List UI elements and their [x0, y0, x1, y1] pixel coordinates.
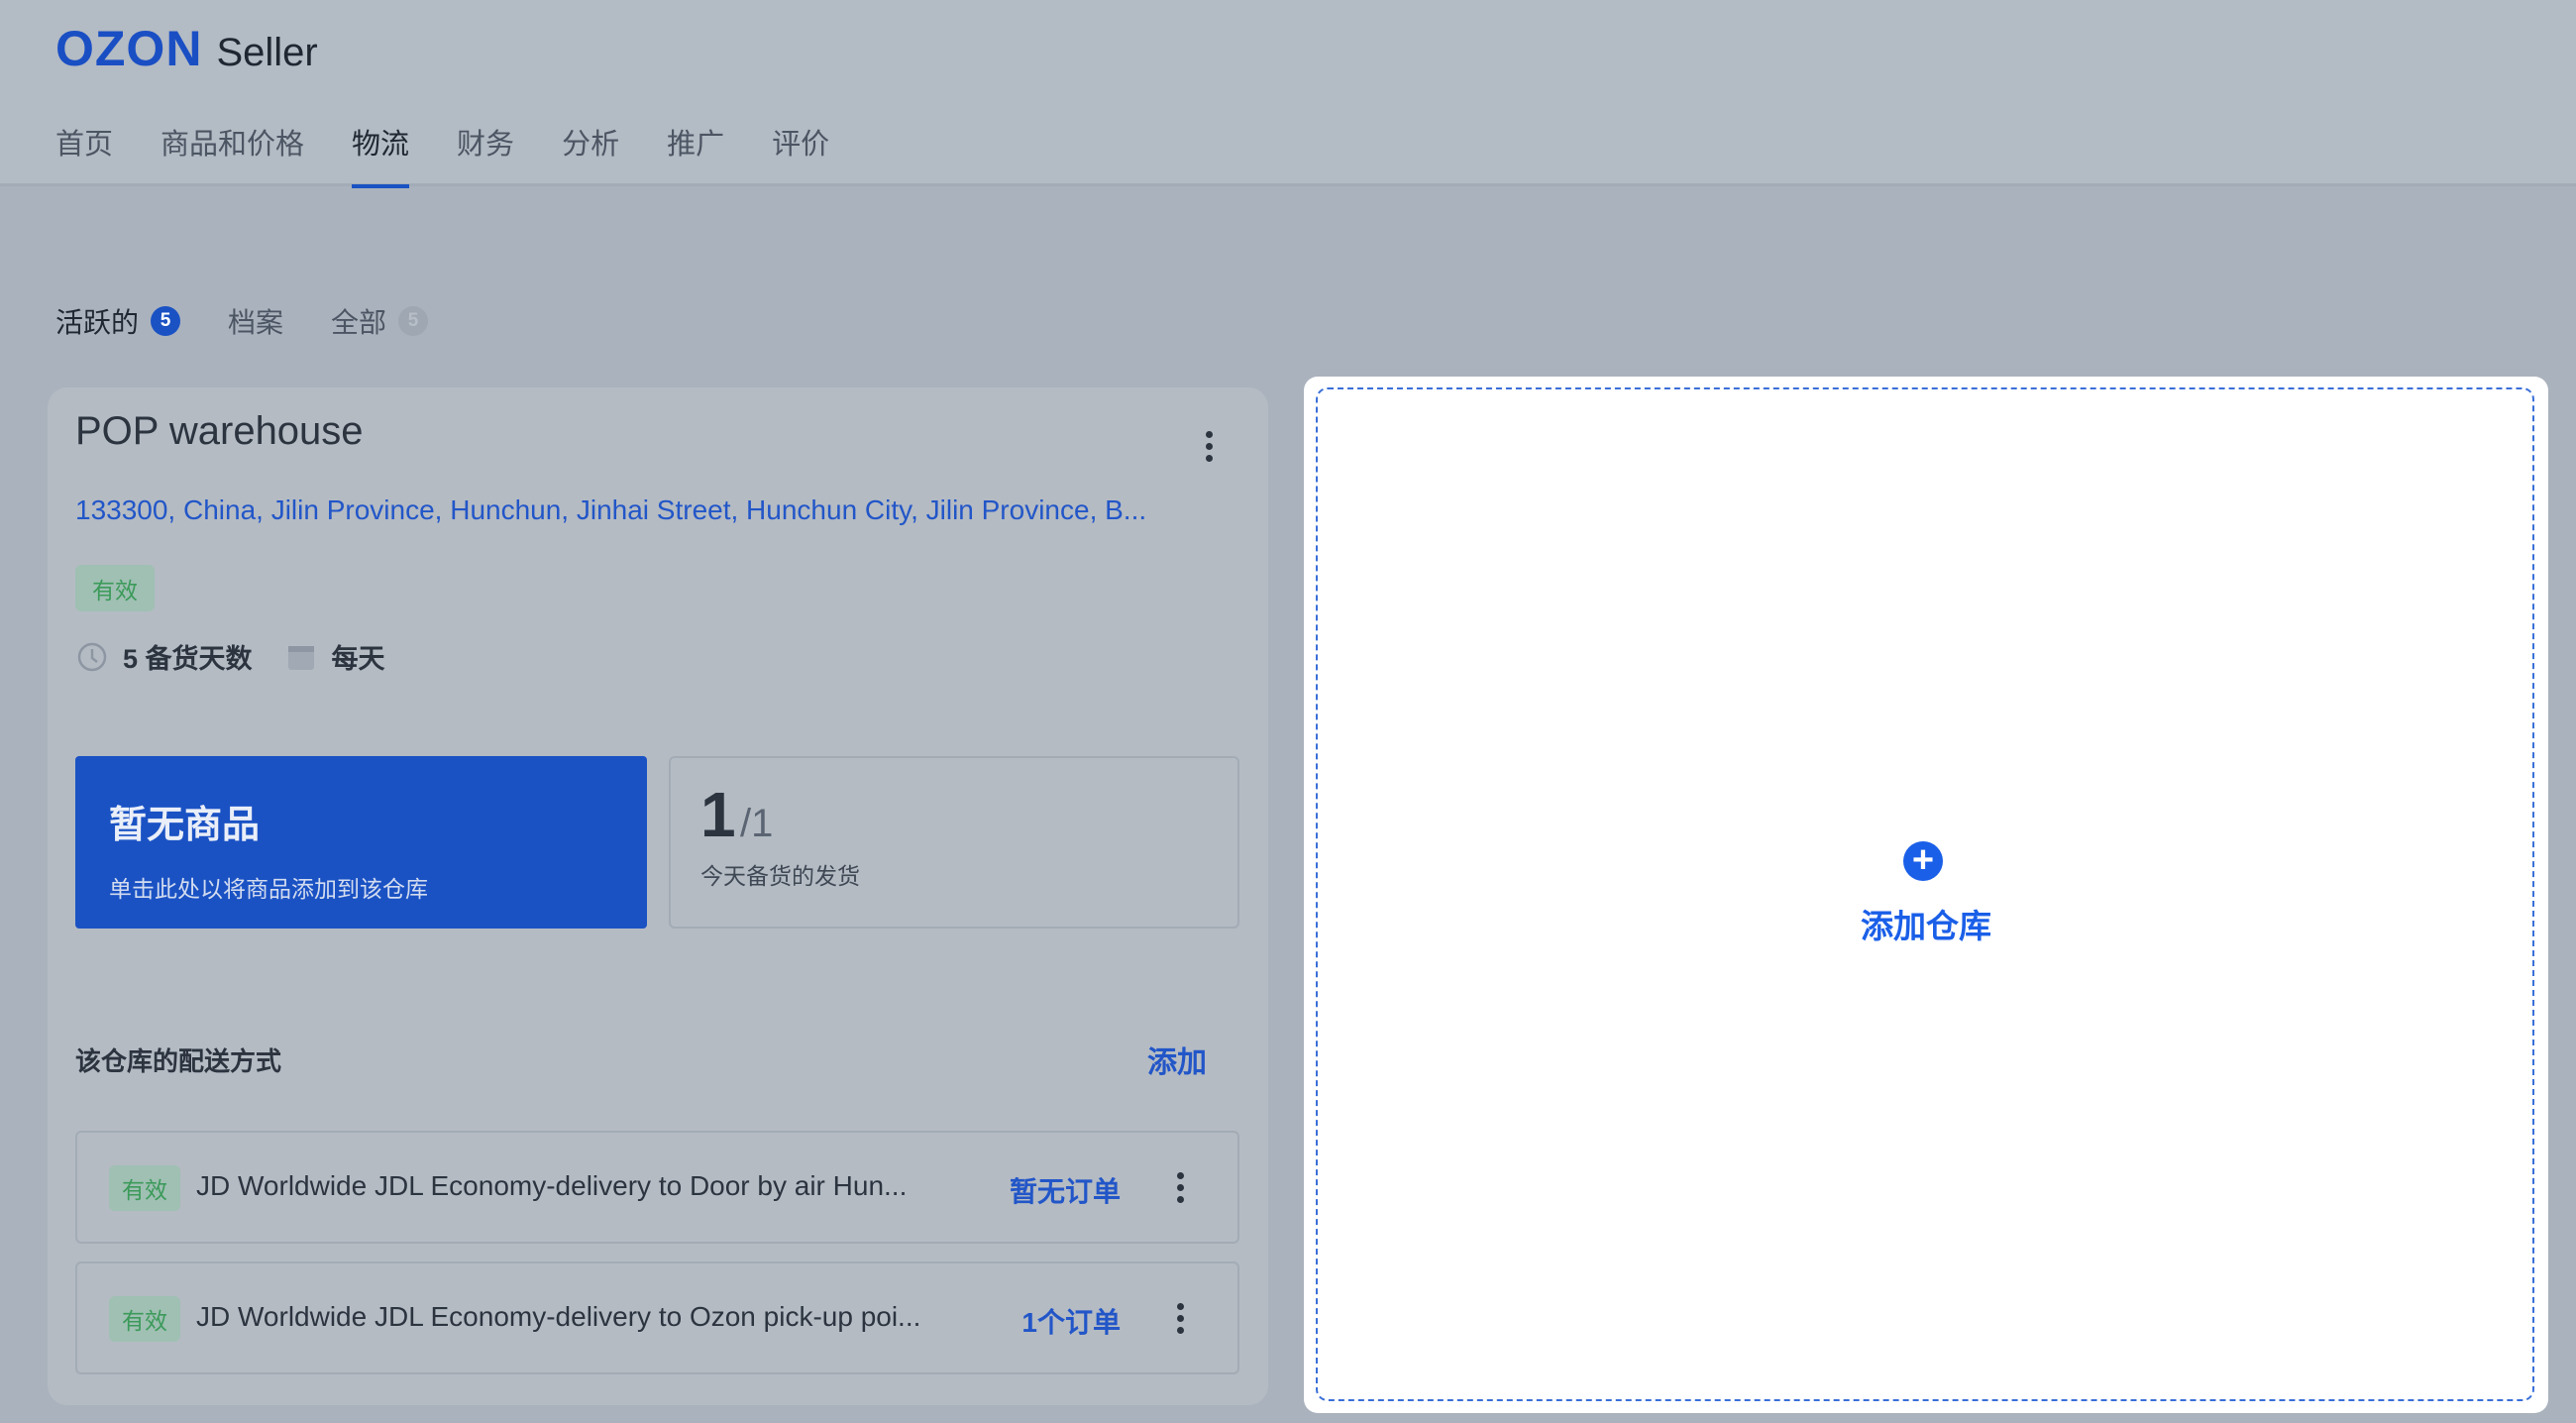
delivery-method-name: JD Worldwide JDL Economy-delivery to Ozo… — [196, 1301, 921, 1332]
nav-finance[interactable]: 财务 — [457, 121, 514, 186]
delivery-method-row[interactable]: 有效 JD Worldwide JDL Economy-delivery to … — [75, 1131, 1239, 1244]
stat-value: 1 — [700, 779, 736, 850]
nav-promotion[interactable]: 推广 — [667, 121, 724, 186]
more-icon[interactable] — [1170, 1172, 1190, 1203]
calendar-icon — [287, 645, 314, 670]
status-badge: 有效 — [109, 1296, 180, 1342]
add-delivery-method-link[interactable]: 添加 — [1147, 1038, 1207, 1081]
status-badge: 有效 — [109, 1165, 180, 1211]
status-badge: 有效 — [75, 565, 155, 611]
logo-text: OZON — [55, 21, 203, 76]
count-badge: 5 — [151, 306, 181, 336]
tab-label: 全部 — [331, 307, 387, 338]
add-products-button[interactable]: 暂无商品 单击此处以将商品添加到该仓库 — [75, 756, 647, 929]
nav-logistics[interactable]: 物流 — [352, 121, 410, 188]
shipments-today-stat: 1 /1 今天备货的发货 — [669, 756, 1239, 929]
more-icon[interactable] — [1199, 431, 1219, 462]
clock-icon — [77, 642, 107, 671]
stat-label: 今天备货的发货 — [700, 863, 860, 889]
add-warehouse-card[interactable]: + 添加仓库 — [1304, 377, 2548, 1413]
warehouse-title: POP warehouse — [75, 409, 364, 453]
warehouse-card: POP warehouse 133300, China, Jilin Provi… — [48, 387, 1268, 1405]
delivery-methods-heading: 该仓库的配送方式 — [75, 1046, 282, 1076]
schedule: 每天 — [331, 644, 385, 674]
top-header: OZON Seller 首页 商品和价格 物流 财务 分析 推广 评价 — [0, 0, 2576, 188]
no-products-title: 暂无商品 — [109, 805, 261, 846]
delivery-method-row[interactable]: 有效 JD Worldwide JDL Economy-delivery to … — [75, 1261, 1239, 1374]
tab-label: 活跃的 — [55, 307, 140, 338]
nav-home[interactable]: 首页 — [55, 121, 113, 186]
nav-products-prices[interactable]: 商品和价格 — [161, 121, 304, 186]
ozon-seller-logo[interactable]: OZON Seller — [55, 20, 318, 77]
no-products-subtitle: 单击此处以将商品添加到该仓库 — [109, 876, 428, 902]
warehouse-address-link[interactable]: 133300, China, Jilin Province, Hunchun, … — [75, 494, 1146, 526]
more-icon[interactable] — [1170, 1303, 1190, 1334]
stat-total: /1 — [740, 802, 774, 845]
dashed-border — [1316, 387, 2534, 1401]
orders-link[interactable]: 暂无订单 — [1010, 1170, 1121, 1210]
count-badge: 5 — [398, 306, 429, 336]
warehouse-filter-tabs: 活跃的 5 档案 全部 5 — [55, 301, 429, 341]
orders-link[interactable]: 1个订单 — [1021, 1301, 1121, 1341]
tab-all[interactable]: 全部 5 — [331, 301, 429, 341]
add-warehouse-label[interactable]: 添加仓库 — [1304, 900, 2548, 947]
prep-days: 5 备货天数 — [123, 644, 253, 674]
warehouse-info: 5 备货天数 每天 — [75, 637, 385, 676]
delivery-method-name: JD Worldwide JDL Economy-delivery to Doo… — [196, 1170, 908, 1201]
plus-circle-icon: + — [1903, 841, 1943, 881]
nav-analytics[interactable]: 分析 — [562, 121, 619, 186]
nav-reviews[interactable]: 评价 — [772, 121, 829, 186]
tab-label: 档案 — [228, 307, 284, 338]
tab-active[interactable]: 活跃的 5 — [55, 301, 181, 341]
logo-suffix: Seller — [216, 31, 318, 74]
main-nav: 首页 商品和价格 物流 财务 分析 推广 评价 — [55, 121, 829, 188]
tab-archive[interactable]: 档案 — [228, 301, 283, 341]
